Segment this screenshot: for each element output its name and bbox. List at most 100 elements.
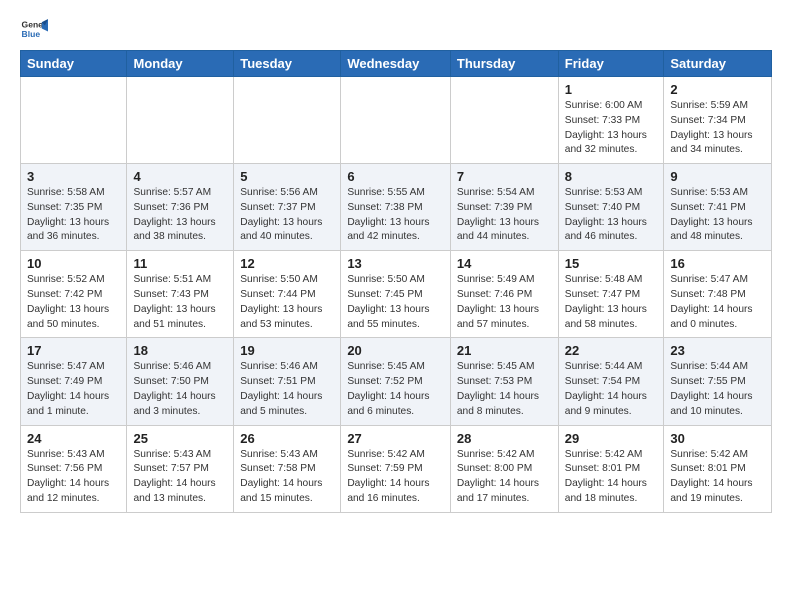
calendar-cell: 16 Sunrise: 5:47 AM Sunset: 7:48 PM Dayli… — [664, 251, 772, 338]
day-info: Sunrise: 5:59 AM Sunset: 7:34 PM Dayligh… — [670, 99, 765, 158]
day-number: 4 — [133, 169, 227, 184]
day-number: 11 — [133, 256, 227, 271]
day-info: Sunrise: 5:47 AM Sunset: 7:48 PM Dayligh… — [670, 273, 765, 332]
day-info: Sunrise: 5:50 AM Sunset: 7:44 PM Dayligh… — [240, 273, 334, 332]
calendar-cell: 29 Sunrise: 5:42 AM Sunset: 8:01 PM Dayli… — [558, 425, 664, 512]
day-info: Sunrise: 5:42 AM Sunset: 8:01 PM Dayligh… — [565, 448, 658, 507]
day-info: Sunrise: 5:43 AM Sunset: 7:58 PM Dayligh… — [240, 448, 334, 507]
calendar-cell: 20 Sunrise: 5:45 AM Sunset: 7:52 PM Dayli… — [341, 338, 451, 425]
day-number: 17 — [27, 343, 120, 358]
calendar-cell: 8 Sunrise: 5:53 AM Sunset: 7:40 PM Daylig… — [558, 164, 664, 251]
calendar-cell: 14 Sunrise: 5:49 AM Sunset: 7:46 PM Dayli… — [450, 251, 558, 338]
day-number: 5 — [240, 169, 334, 184]
day-info: Sunrise: 5:46 AM Sunset: 7:51 PM Dayligh… — [240, 360, 334, 419]
day-number: 20 — [347, 343, 444, 358]
calendar-week-row: 3 Sunrise: 5:58 AM Sunset: 7:35 PM Daylig… — [21, 164, 772, 251]
day-number: 12 — [240, 256, 334, 271]
day-number: 29 — [565, 431, 658, 446]
day-number: 22 — [565, 343, 658, 358]
calendar-cell: 7Sunrise: 5:54 AM Sunset: 7:39 PM Daylig… — [450, 164, 558, 251]
calendar-cell: 3 Sunrise: 5:58 AM Sunset: 7:35 PM Daylig… — [21, 164, 127, 251]
day-info: Sunrise: 5:43 AM Sunset: 7:57 PM Dayligh… — [133, 448, 227, 507]
day-info: Sunrise: 5:45 AM Sunset: 7:53 PM Dayligh… — [457, 360, 552, 419]
weekday-header-saturday: Saturday — [664, 51, 772, 77]
day-number: 13 — [347, 256, 444, 271]
calendar-cell — [450, 77, 558, 164]
day-number: 10 — [27, 256, 120, 271]
calendar-cell — [234, 77, 341, 164]
day-info: Sunrise: 5:53 AM Sunset: 7:41 PM Dayligh… — [670, 186, 765, 245]
day-number: 8 — [565, 169, 658, 184]
day-number: 18 — [133, 343, 227, 358]
day-info: Sunrise: 5:52 AM Sunset: 7:42 PM Dayligh… — [27, 273, 120, 332]
svg-text:Blue: Blue — [22, 29, 41, 39]
calendar-cell: 4 Sunrise: 5:57 AM Sunset: 7:36 PM Daylig… — [127, 164, 234, 251]
calendar-cell: 25 Sunrise: 5:43 AM Sunset: 7:57 PM Dayli… — [127, 425, 234, 512]
calendar-cell: 2 Sunrise: 5:59 AM Sunset: 7:34 PM Daylig… — [664, 77, 772, 164]
day-number: 19 — [240, 343, 334, 358]
calendar-cell: 15Sunrise: 5:48 AM Sunset: 7:47 PM Dayli… — [558, 251, 664, 338]
calendar-cell: 6 Sunrise: 5:55 AM Sunset: 7:38 PM Daylig… — [341, 164, 451, 251]
day-info: Sunrise: 5:44 AM Sunset: 7:54 PM Dayligh… — [565, 360, 658, 419]
calendar-cell: 17 Sunrise: 5:47 AM Sunset: 7:49 PM Dayli… — [21, 338, 127, 425]
day-number: 14 — [457, 256, 552, 271]
calendar-cell: 30 Sunrise: 5:42 AM Sunset: 8:01 PM Dayli… — [664, 425, 772, 512]
weekday-header-monday: Monday — [127, 51, 234, 77]
day-info: Sunrise: 5:58 AM Sunset: 7:35 PM Dayligh… — [27, 186, 120, 245]
calendar-cell: 24Sunrise: 5:43 AM Sunset: 7:56 PM Dayli… — [21, 425, 127, 512]
day-info: Sunrise: 5:57 AM Sunset: 7:36 PM Dayligh… — [133, 186, 227, 245]
calendar-cell: 22 Sunrise: 5:44 AM Sunset: 7:54 PM Dayli… — [558, 338, 664, 425]
day-number: 30 — [670, 431, 765, 446]
calendar-cell: 5 Sunrise: 5:56 AM Sunset: 7:37 PM Daylig… — [234, 164, 341, 251]
header: General Blue — [20, 16, 772, 44]
day-number: 15 — [565, 256, 658, 271]
day-number: 7 — [457, 169, 552, 184]
day-number: 25 — [133, 431, 227, 446]
calendar-week-row: 17 Sunrise: 5:47 AM Sunset: 7:49 PM Dayli… — [21, 338, 772, 425]
day-info: Sunrise: 5:51 AM Sunset: 7:43 PM Dayligh… — [133, 273, 227, 332]
calendar-cell: 21 Sunrise: 5:45 AM Sunset: 7:53 PM Dayli… — [450, 338, 558, 425]
day-info: Sunrise: 6:00 AM Sunset: 7:33 PM Dayligh… — [565, 99, 658, 158]
logo: General Blue — [20, 16, 50, 44]
day-info: Sunrise: 5:53 AM Sunset: 7:40 PM Dayligh… — [565, 186, 658, 245]
calendar-cell: 13 Sunrise: 5:50 AM Sunset: 7:45 PM Dayli… — [341, 251, 451, 338]
calendar-cell — [21, 77, 127, 164]
day-info: Sunrise: 5:50 AM Sunset: 7:45 PM Dayligh… — [347, 273, 444, 332]
calendar-cell — [341, 77, 451, 164]
day-info: Sunrise: 5:49 AM Sunset: 7:46 PM Dayligh… — [457, 273, 552, 332]
calendar-cell: 27Sunrise: 5:42 AM Sunset: 7:59 PM Dayli… — [341, 425, 451, 512]
calendar-cell: 19 Sunrise: 5:46 AM Sunset: 7:51 PM Dayli… — [234, 338, 341, 425]
day-info: Sunrise: 5:47 AM Sunset: 7:49 PM Dayligh… — [27, 360, 120, 419]
day-number: 6 — [347, 169, 444, 184]
weekday-header-friday: Friday — [558, 51, 664, 77]
calendar-cell: 9 Sunrise: 5:53 AM Sunset: 7:41 PM Daylig… — [664, 164, 772, 251]
day-number: 2 — [670, 82, 765, 97]
day-number: 28 — [457, 431, 552, 446]
calendar-week-row: 10 Sunrise: 5:52 AM Sunset: 7:42 PM Dayli… — [21, 251, 772, 338]
calendar-week-row: 1 Sunrise: 6:00 AM Sunset: 7:33 PM Daylig… — [21, 77, 772, 164]
day-number: 9 — [670, 169, 765, 184]
weekday-header-tuesday: Tuesday — [234, 51, 341, 77]
day-number: 1 — [565, 82, 658, 97]
weekday-header-sunday: Sunday — [21, 51, 127, 77]
calendar-cell: 28Sunrise: 5:42 AM Sunset: 8:00 PM Dayli… — [450, 425, 558, 512]
day-info: Sunrise: 5:45 AM Sunset: 7:52 PM Dayligh… — [347, 360, 444, 419]
calendar-table: SundayMondayTuesdayWednesdayThursdayFrid… — [20, 50, 772, 513]
day-number: 3 — [27, 169, 120, 184]
day-number: 23 — [670, 343, 765, 358]
calendar-week-row: 24Sunrise: 5:43 AM Sunset: 7:56 PM Dayli… — [21, 425, 772, 512]
calendar-cell — [127, 77, 234, 164]
day-info: Sunrise: 5:42 AM Sunset: 8:01 PM Dayligh… — [670, 448, 765, 507]
day-info: Sunrise: 5:56 AM Sunset: 7:37 PM Dayligh… — [240, 186, 334, 245]
calendar-cell: 18 Sunrise: 5:46 AM Sunset: 7:50 PM Dayli… — [127, 338, 234, 425]
day-number: 16 — [670, 256, 765, 271]
day-info: Sunrise: 5:44 AM Sunset: 7:55 PM Dayligh… — [670, 360, 765, 419]
day-info: Sunrise: 5:46 AM Sunset: 7:50 PM Dayligh… — [133, 360, 227, 419]
logo-icon: General Blue — [20, 16, 48, 44]
day-number: 21 — [457, 343, 552, 358]
day-info: Sunrise: 5:55 AM Sunset: 7:38 PM Dayligh… — [347, 186, 444, 245]
day-number: 26 — [240, 431, 334, 446]
calendar-cell: 23 Sunrise: 5:44 AM Sunset: 7:55 PM Dayli… — [664, 338, 772, 425]
day-number: 27 — [347, 431, 444, 446]
weekday-header-wednesday: Wednesday — [341, 51, 451, 77]
